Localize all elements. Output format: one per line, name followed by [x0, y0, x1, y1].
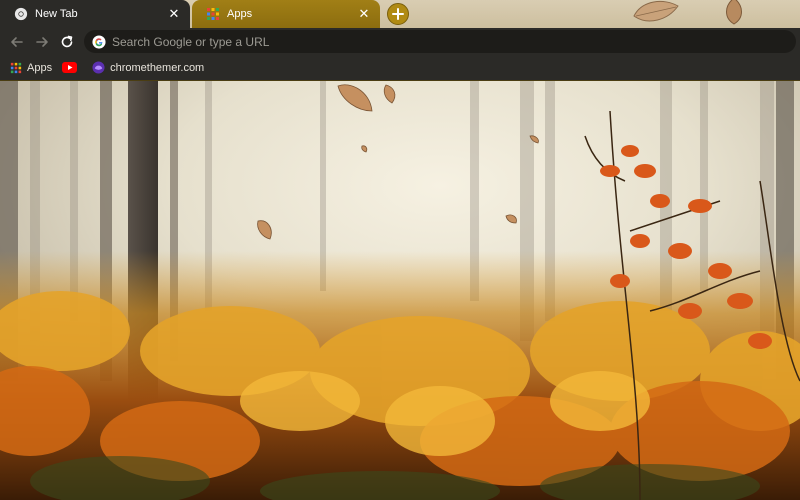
bookmark-youtube[interactable]: [62, 62, 82, 73]
bookmarks-bar: Apps chromethemer.com: [0, 55, 800, 81]
apps-grid-icon: [10, 62, 22, 73]
plus-icon: [392, 8, 404, 20]
apps-grid-icon: [207, 8, 219, 20]
forward-button[interactable]: [29, 29, 54, 54]
chrome-icon: [14, 7, 28, 21]
bookmark-label: chromethemer.com: [110, 61, 205, 74]
tab-title: Apps: [227, 8, 253, 20]
close-tab-icon[interactable]: ✕: [166, 6, 182, 22]
toolbar: [0, 28, 800, 55]
autumn-forest-wallpaper: [0, 81, 800, 500]
leaf-decoration-icon: [726, 0, 742, 25]
leaf-decoration-icon: [633, 0, 679, 22]
youtube-icon: [62, 62, 78, 73]
omnibox[interactable]: [84, 30, 796, 53]
bookmark-label: Apps: [27, 61, 53, 74]
arrow-right-icon: [35, 36, 48, 47]
bookmark-chromethemer[interactable]: chromethemer.com: [92, 61, 204, 74]
tab-apps[interactable]: Apps ✕: [192, 0, 380, 28]
new-tab-page-background: [0, 81, 800, 500]
tab-strip: New Tab ✕ Apps ✕: [0, 0, 800, 28]
arrow-left-icon: [10, 36, 23, 47]
bookmark-apps[interactable]: Apps: [10, 62, 52, 74]
reload-button[interactable]: [54, 29, 79, 54]
reload-icon: [61, 35, 72, 47]
google-icon: [92, 34, 106, 49]
chromethemer-icon: [92, 61, 105, 74]
tab-title: New Tab: [35, 8, 78, 20]
close-tab-icon[interactable]: ✕: [356, 6, 372, 22]
omnibox-input[interactable]: [112, 34, 796, 49]
back-button[interactable]: [4, 29, 29, 54]
new-tab-button[interactable]: [387, 3, 409, 25]
tab-new-tab[interactable]: New Tab ✕: [0, 0, 190, 28]
